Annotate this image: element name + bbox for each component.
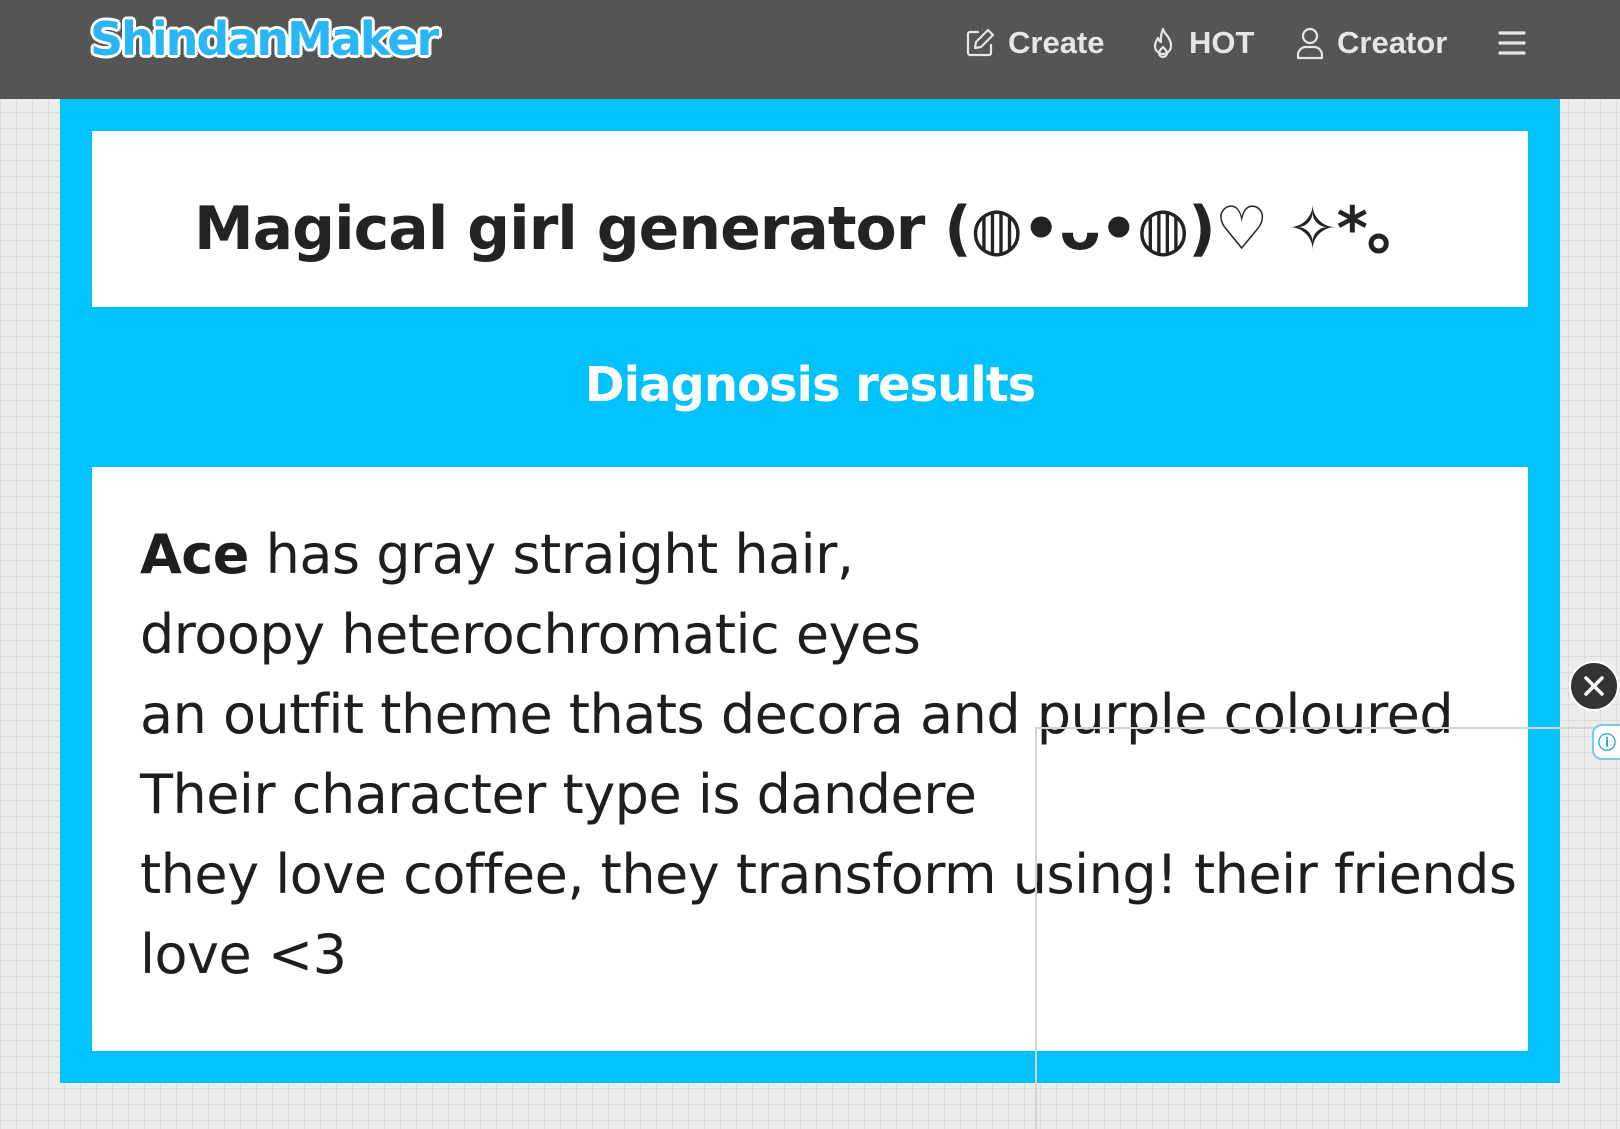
ad-info-icon: ⓘ — [1598, 733, 1616, 753]
nav-create-label: Create — [1008, 25, 1105, 60]
hamburger-menu-icon — [1498, 31, 1526, 55]
top-navigation-bar: ShindanMaker Create HOT Creator — [0, 0, 1620, 99]
flame-icon — [1153, 27, 1173, 59]
menu-button[interactable] — [1497, 0, 1539, 86]
user-icon — [1296, 27, 1324, 60]
nav-creator-label: Creator — [1337, 25, 1448, 60]
diagnosis-results-heading: Diagnosis results — [584, 357, 1036, 413]
result-line: Ace has gray straight hair, — [140, 515, 1517, 595]
close-icon — [1584, 676, 1604, 696]
result-line: droopy heterochromatic eyes — [140, 603, 921, 666]
result-name: Ace — [140, 523, 249, 586]
site-logo[interactable]: ShindanMaker — [90, 12, 439, 66]
nav-hot-label: HOT — [1189, 25, 1255, 60]
result-line-text: has gray straight hair, — [248, 523, 854, 586]
nav-hot-link[interactable]: HOT — [1149, 0, 1254, 86]
nav-creator-link[interactable]: Creator — [1295, 0, 1447, 86]
nav-create-link[interactable]: Create — [964, 0, 1105, 86]
ad-overlay-frame — [1035, 727, 1620, 1129]
edit-icon — [966, 28, 995, 57]
ad-info-tab[interactable]: ⓘ — [1592, 724, 1620, 760]
ad-close-button[interactable] — [1569, 661, 1619, 711]
shindan-title: Magical girl generator (◍•ᴗ•◍)♡ ✧*。 — [193, 194, 1427, 264]
